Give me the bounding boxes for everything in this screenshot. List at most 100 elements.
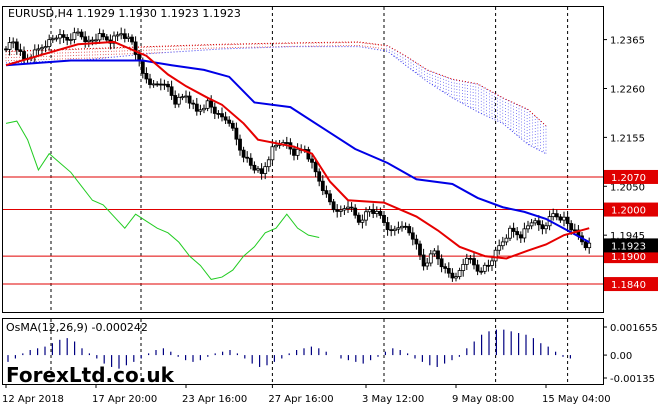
candle-body-112	[205, 100, 210, 109]
candle-body-116	[212, 106, 217, 114]
candle-body-104	[191, 102, 196, 105]
candle-body-260	[472, 258, 476, 266]
candle-body-42	[79, 31, 84, 38]
time-tick-label-4: 3 May 12:00	[362, 394, 424, 405]
current-price-label: 1.1923	[611, 241, 646, 252]
symbol-header: EURUSD,H4 1.1929 1.1930 1.1923 1.1923	[8, 7, 241, 20]
candle-body-160	[292, 148, 296, 156]
candle-body-54	[101, 33, 106, 38]
candle-body-270	[490, 260, 494, 266]
candle-body-198	[360, 219, 365, 223]
time-tick-label-2: 23 Apr 16:00	[182, 394, 247, 405]
candle-body-52	[97, 33, 102, 41]
candle-body-300	[544, 225, 548, 230]
candle-body-6	[14, 41, 19, 51]
candle-body-4	[11, 41, 16, 44]
candle-body-304	[551, 213, 556, 218]
candle-body-76	[140, 60, 145, 74]
candle-body-242	[439, 258, 444, 268]
candle-body-102	[187, 95, 192, 104]
candle-body-252	[457, 270, 462, 278]
candle-body-268	[486, 264, 491, 267]
candle-body-200	[364, 211, 368, 221]
candle-body-84	[155, 83, 160, 86]
candle-body-214	[389, 229, 394, 232]
candle-body-94	[173, 95, 178, 105]
candle-body-204	[371, 209, 376, 214]
candle-body-236	[428, 253, 433, 264]
candle-body-216	[392, 228, 397, 232]
candle-body-120	[220, 113, 224, 118]
candle-body-86	[158, 83, 163, 86]
level-tag-label-0: 1.2070	[611, 173, 646, 184]
candle-body-22	[43, 46, 48, 49]
candle-body-308	[558, 216, 563, 221]
candle-body-40	[76, 31, 80, 34]
candle-body-272	[493, 249, 498, 262]
candle-body-114	[209, 100, 214, 108]
candle-body-20	[40, 47, 44, 50]
candle-body-38	[72, 32, 77, 40]
candle-body-136	[248, 157, 253, 166]
candle-body-144	[263, 166, 268, 174]
candle-body-134	[245, 156, 250, 159]
candle-body-180	[328, 193, 332, 203]
candle-body-50	[94, 39, 98, 42]
candle-body-174	[317, 171, 322, 182]
candle-body-90	[166, 83, 170, 88]
price-tick-label-2: 1.2155	[610, 133, 645, 144]
time-tick-label-0: 12 Apr 2018	[2, 394, 64, 405]
candle-body-182	[331, 201, 336, 211]
candle-body-140	[256, 168, 260, 171]
osma-tick-label-2: -0.00135	[610, 374, 655, 385]
candle-body-232	[421, 254, 426, 267]
candle-body-258	[468, 257, 473, 260]
candle-body-138	[252, 164, 257, 171]
level-tag-label-2: 1.1900	[611, 252, 646, 263]
candle-body-66	[122, 33, 127, 39]
candle-body-64	[119, 33, 124, 36]
candle-body-0	[4, 48, 8, 51]
candle-body-248	[450, 272, 455, 279]
candle-body-178	[324, 190, 329, 195]
candle-body-206	[374, 211, 379, 214]
candle-body-314	[569, 223, 574, 231]
candle-body-278	[504, 237, 509, 243]
candle-body-310	[562, 216, 566, 221]
candle-body-48	[90, 39, 95, 42]
candle-body-202	[367, 209, 372, 213]
candle-body-294	[533, 220, 538, 224]
candle-body-170	[310, 158, 314, 163]
candle-body-126	[230, 122, 235, 129]
candle-body-256	[464, 257, 469, 265]
candle-body-56	[104, 36, 109, 41]
candle-body-224	[407, 226, 412, 234]
candle-body-222	[403, 225, 408, 228]
candle-body-298	[540, 224, 545, 230]
candle-body-18	[36, 48, 41, 51]
candle-body-316	[572, 229, 577, 232]
candle-body-128	[234, 127, 239, 140]
candle-body-312	[565, 216, 570, 224]
candle-body-118	[216, 113, 221, 115]
candle-body-184	[335, 209, 340, 212]
candle-body-10	[22, 51, 26, 60]
time-tick-label-1: 17 Apr 20:00	[92, 394, 157, 405]
candle-body-88	[162, 83, 167, 86]
candle-body-8	[18, 49, 23, 52]
candle-body-162	[295, 148, 300, 156]
candle-body-148	[270, 146, 275, 161]
osma-tick-label-1: 0.00	[610, 351, 632, 362]
candle-body-238	[432, 250, 437, 255]
candle-body-36	[68, 39, 73, 41]
candle-body-70	[130, 36, 134, 43]
candle-body-96	[176, 96, 181, 105]
candle-body-290	[526, 225, 530, 230]
candle-body-146	[266, 159, 271, 168]
level-tag-label-3: 1.1840	[611, 280, 646, 291]
candle-body-132	[241, 149, 246, 158]
candle-body-150	[274, 144, 278, 148]
candle-body-250	[454, 276, 458, 279]
osma-tick-label-0: 0.001655	[610, 323, 658, 334]
eurusd-h4-chart: 1.2365 1.2260 1.2155 1.2050 1.1945 0.001655 0…	[0, 0, 660, 410]
